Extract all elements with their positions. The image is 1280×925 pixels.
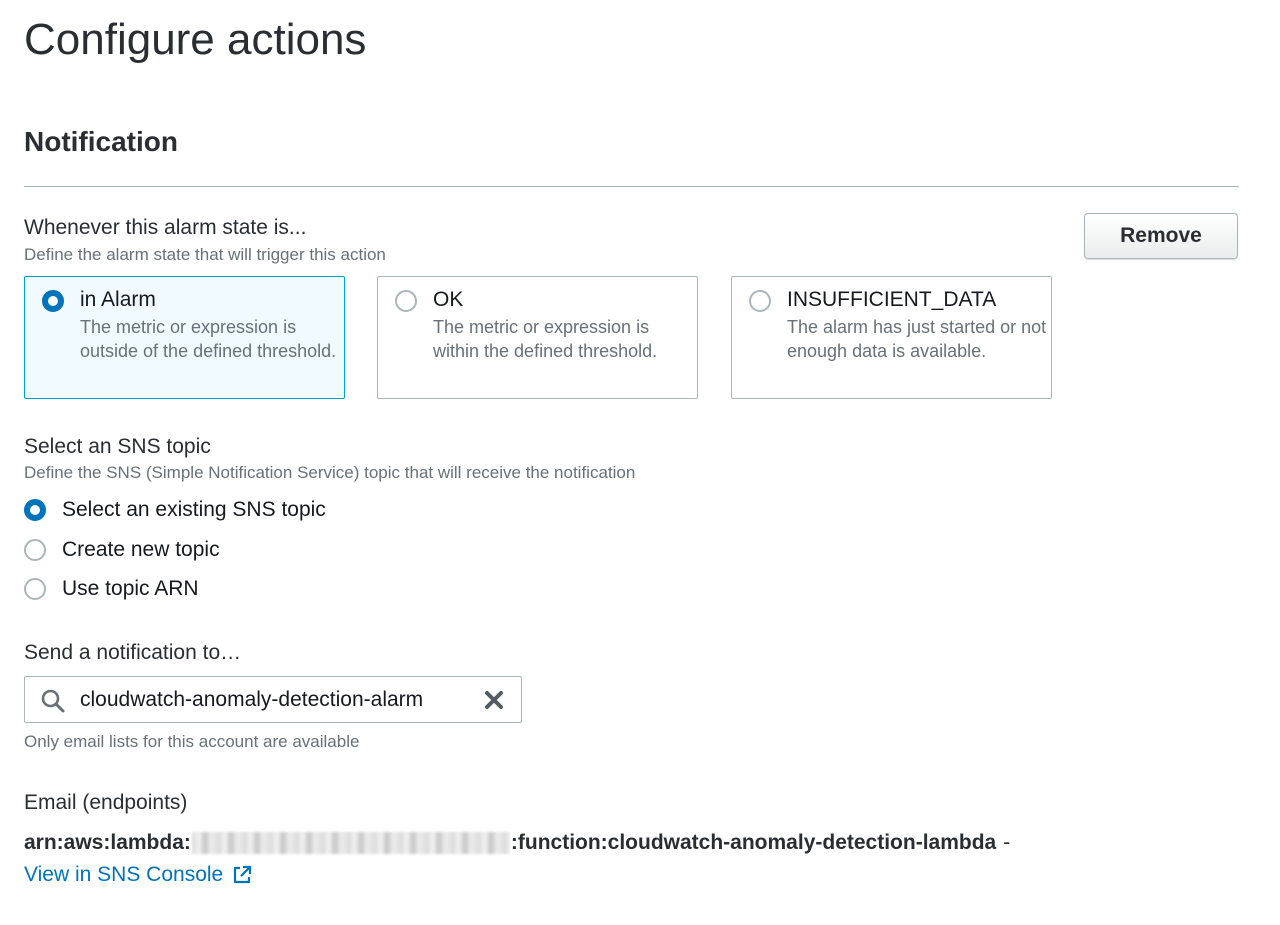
tile-description: The metric or expression is outside of t… [80, 317, 337, 361]
radio-create-topic[interactable] [24, 539, 46, 561]
option-existing-topic[interactable]: Select an existing SNS topic [24, 497, 326, 523]
search-icon [41, 689, 65, 713]
endpoints-label: Email (endpoints) [24, 791, 188, 814]
redacted-account-id [191, 832, 510, 854]
arn-prefix: arn:aws:lambda: [24, 831, 191, 854]
arn-suffix: :function:cloudwatch-anomaly-detection-l… [510, 831, 997, 854]
external-link-icon [234, 865, 252, 884]
tile-label: INSUFFICIENT_DATA [787, 288, 997, 311]
section-divider [24, 186, 1239, 187]
radio-insufficient-data[interactable] [749, 290, 771, 312]
option-label: Use topic ARN [62, 577, 199, 600]
send-to-label: Send a notification to… [24, 641, 242, 664]
option-label: Select an existing SNS topic [62, 498, 326, 521]
alarm-state-label: Whenever this alarm state is... [24, 216, 307, 239]
tile-label: OK [433, 288, 464, 311]
option-topic-arn[interactable]: Use topic ARN [24, 576, 199, 602]
section-title-notification: Notification [24, 126, 178, 157]
alarm-state-description: Define the alarm state that will trigger… [24, 245, 386, 264]
alarm-state-tile-ok[interactable]: OK The metric or expression is within th… [377, 276, 698, 399]
search-value[interactable]: cloudwatch-anomaly-detection-alarm [80, 687, 423, 713]
close-icon[interactable] [483, 689, 505, 711]
option-label: Create new topic [62, 538, 220, 561]
alarm-state-tile-insufficient-data[interactable]: INSUFFICIENT_DATA The alarm has just sta… [731, 276, 1052, 399]
tile-label: in Alarm [80, 288, 156, 311]
endpoint-arn: arn:aws:lambda: :function:cloudwatch-ano… [24, 830, 1010, 856]
remove-button[interactable]: Remove [1084, 213, 1238, 259]
radio-existing-topic[interactable] [24, 499, 46, 521]
sns-topic-description: Define the SNS (Simple Notification Serv… [24, 463, 636, 482]
sns-topic-label: Select an SNS topic [24, 435, 211, 458]
topic-search-input[interactable]: cloudwatch-anomaly-detection-alarm [24, 676, 522, 723]
radio-ok[interactable] [395, 290, 417, 312]
link-label: View in SNS Console [24, 863, 224, 886]
send-to-hint: Only email lists for this account are av… [24, 732, 360, 751]
alarm-state-tile-in-alarm[interactable]: in Alarm The metric or expression is out… [24, 276, 345, 399]
tile-description: The metric or expression is within the d… [433, 317, 658, 361]
radio-topic-arn[interactable] [24, 578, 46, 600]
radio-in-alarm[interactable] [42, 290, 64, 312]
page-title: Configure actions [24, 15, 367, 64]
option-create-topic[interactable]: Create new topic [24, 537, 220, 563]
view-in-sns-console-link[interactable]: View in SNS Console [24, 862, 253, 888]
arn-separator: - [1003, 831, 1011, 854]
tile-description: The alarm has just started or not enough… [787, 317, 1047, 361]
